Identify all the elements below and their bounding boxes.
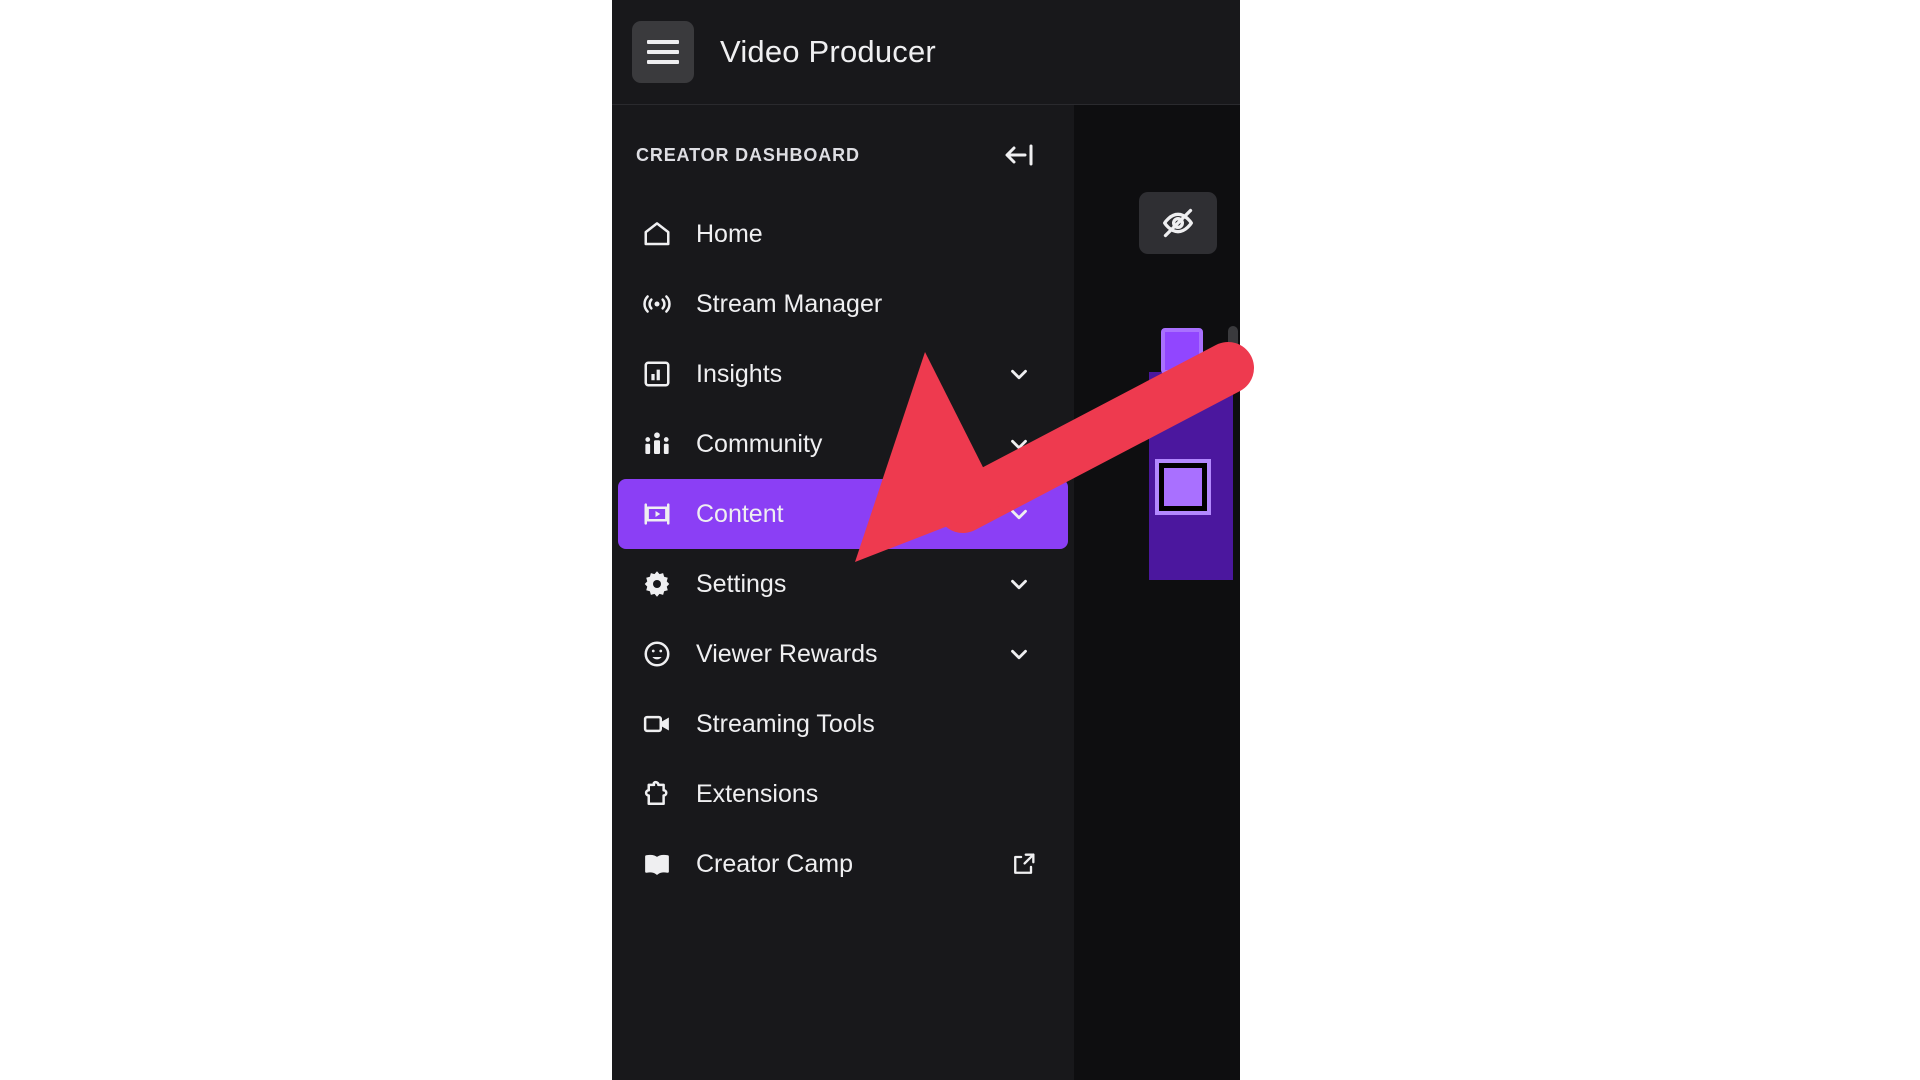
bar-chart-icon [640, 357, 674, 391]
sidebar-item-label: Streaming Tools [696, 709, 875, 738]
sidebar-nav-list: Home Stream Manager Insights Community C… [612, 199, 1074, 899]
sidebar-item-home[interactable]: Home [618, 199, 1068, 269]
sidebar-item-label: Creator Camp [696, 849, 853, 878]
app-title: Video Producer [720, 34, 936, 69]
hide-preview-button[interactable] [1139, 192, 1217, 254]
sidebar-item-creator-camp[interactable]: Creator Camp [618, 829, 1068, 899]
sidebar-item-content[interactable]: Content [618, 479, 1068, 549]
sidebar-header: CREATOR DASHBOARD [612, 127, 1074, 183]
sidebar-header-title: CREATOR DASHBOARD [636, 144, 860, 165]
people-icon [640, 427, 674, 461]
book-icon [640, 847, 674, 881]
hamburger-icon-bar [647, 60, 679, 64]
sidebar-item-streaming-tools[interactable]: Streaming Tools [618, 689, 1068, 759]
chevron-down-icon[interactable] [1006, 361, 1032, 387]
smiley-icon [640, 637, 674, 671]
sidebar-nav-panel: CREATOR DASHBOARD Home Stream Manager In… [612, 105, 1074, 1080]
chevron-down-icon[interactable] [1006, 641, 1032, 667]
square-marker-icon-small[interactable] [1161, 328, 1203, 374]
sidebar-item-community[interactable]: Community [618, 409, 1068, 479]
hamburger-icon-bar [647, 50, 679, 54]
gear-icon [640, 567, 674, 601]
sidebar-item-settings[interactable]: Settings [618, 549, 1068, 619]
sidebar-item-label: Home [696, 219, 763, 248]
square-marker-icon-large[interactable] [1155, 459, 1211, 515]
sidebar-item-label: Content [696, 499, 784, 528]
top-bar: Video Producer [612, 0, 1240, 105]
video-cam-icon [640, 707, 674, 741]
collapse-left-icon[interactable] [998, 135, 1042, 175]
chevron-down-icon[interactable] [1006, 571, 1032, 597]
hamburger-menu-button[interactable] [632, 21, 694, 83]
sidebar-item-label: Insights [696, 359, 783, 388]
sidebar-item-extensions[interactable]: Extensions [618, 759, 1068, 829]
sidebar-item-label: Community [696, 429, 823, 458]
sidebar-item-label: Settings [696, 569, 787, 598]
hamburger-icon-bar [647, 40, 679, 44]
chevron-down-icon[interactable] [1006, 431, 1032, 457]
sidebar-item-viewer-rewards[interactable]: Viewer Rewards [618, 619, 1068, 689]
broadcast-icon [640, 287, 674, 321]
video-frame-icon [640, 497, 674, 531]
app-window: Video Producer CREATOR DASHBOARD Home St… [612, 0, 1240, 1080]
home-icon [640, 217, 674, 251]
sidebar-item-stream-manager[interactable]: Stream Manager [618, 269, 1068, 339]
external-link-icon[interactable] [1010, 850, 1038, 878]
eye-off-icon [1163, 208, 1193, 238]
puzzle-icon [640, 777, 674, 811]
sidebar-item-insights[interactable]: Insights [618, 339, 1068, 409]
panel-scrollbar-thumb[interactable] [1228, 326, 1238, 366]
sidebar-item-label: Viewer Rewards [696, 639, 878, 668]
sidebar-item-label: Extensions [696, 779, 819, 808]
chevron-down-icon[interactable] [1006, 501, 1032, 527]
sidebar-item-label: Stream Manager [696, 289, 883, 318]
